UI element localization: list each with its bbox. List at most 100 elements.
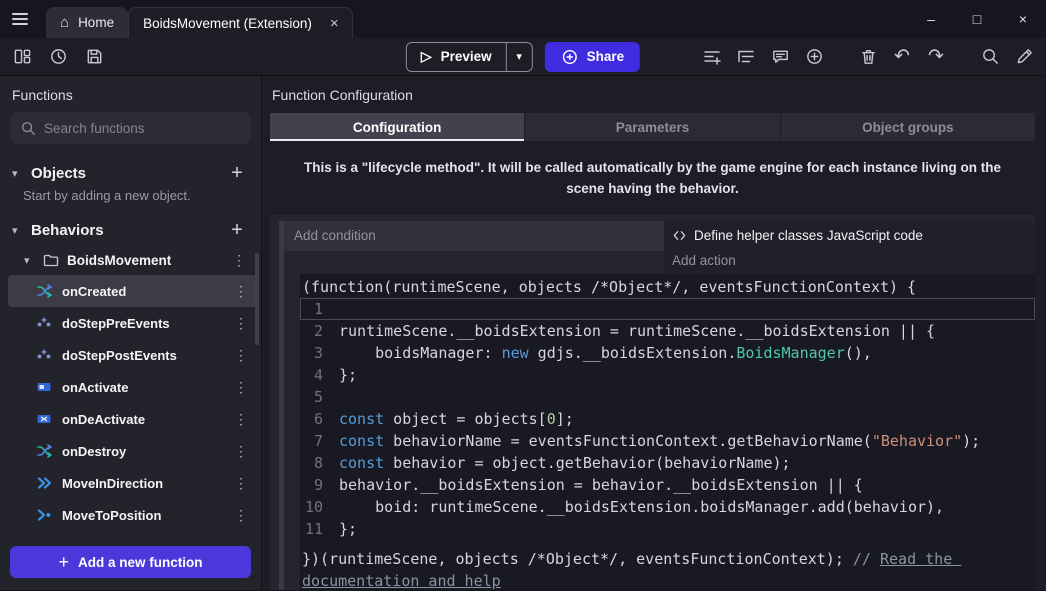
folder-icon	[43, 252, 59, 268]
panel-title: Function Configuration	[270, 76, 1035, 113]
add-object-button[interactable]: +	[225, 162, 249, 185]
search-box[interactable]	[10, 112, 251, 144]
window-maximize-button[interactable]: □	[954, 0, 1000, 38]
kebab-menu-icon[interactable]: ⋮	[233, 507, 249, 524]
line-number: 10	[300, 496, 339, 518]
functions-sidebar: Functions ▾ Objects + Start by adding a …	[0, 76, 262, 590]
code-line[interactable]: 6const object = objects[0];	[300, 408, 1035, 430]
trash-icon[interactable]	[858, 47, 878, 67]
toolbar-left-group	[12, 47, 104, 67]
search-input-icon	[20, 120, 36, 136]
chevron-down-icon: ▾	[24, 254, 35, 267]
line-number: 2	[300, 320, 339, 342]
function-label: MoveInDirection	[62, 476, 223, 491]
add-new-function-button[interactable]: + Add a new function	[10, 546, 251, 578]
event-action-column: Define helper classes JavaScript code Ad…	[664, 221, 1035, 274]
add-event-icon[interactable]	[702, 47, 722, 67]
function-item-oncreated[interactable]: onCreated ⋮	[8, 275, 257, 307]
function-item-dosteppostevents[interactable]: doStepPostEvents ⋮	[8, 339, 257, 371]
code-line[interactable]: 2runtimeScene.__boidsExtension = runtime…	[300, 320, 1035, 342]
function-label: onCreated	[62, 284, 223, 299]
code-editor[interactable]: (function(runtimeScene, objects /*Object…	[300, 274, 1035, 590]
add-condition-button[interactable]: Add condition	[284, 221, 664, 251]
kebab-menu-icon[interactable]: ⋮	[231, 252, 247, 269]
window-minimize-button[interactable]: –	[908, 0, 954, 38]
preview-dropdown-button[interactable]: ▾	[506, 43, 532, 71]
add-comment-icon[interactable]	[770, 47, 790, 67]
add-behavior-button[interactable]: +	[225, 219, 249, 242]
behaviors-section-header[interactable]: ▾ Behaviors +	[0, 215, 261, 245]
js-code-icon	[672, 228, 687, 243]
function-label: onDeActivate	[62, 412, 223, 427]
tab-object-groups[interactable]: Object groups	[781, 113, 1035, 141]
objects-empty-hint: Start by adding a new object.	[0, 188, 261, 209]
tab-boidsmovement-extension[interactable]: BoidsMovement (Extension) ×	[128, 7, 353, 38]
footer-comment: //	[853, 550, 880, 568]
redo-icon[interactable]: ↷	[926, 47, 946, 67]
search-icon[interactable]	[980, 47, 1000, 67]
behavior-folder-boidsmovement[interactable]: ▾ BoidsMovement ⋮	[0, 245, 261, 275]
search-functions-input[interactable]	[44, 121, 241, 136]
code-line[interactable]: 5	[300, 386, 1035, 408]
sidebar-scrollbar[interactable]	[255, 253, 259, 345]
kebab-menu-icon[interactable]: ⋮	[233, 411, 249, 428]
add-subevent-icon[interactable]	[736, 47, 756, 67]
line-number: 3	[300, 342, 339, 364]
tab-home[interactable]: ⌂ Home	[46, 7, 128, 38]
function-item-movetoposition[interactable]: MoveToPosition ⋮	[8, 499, 257, 531]
kebab-menu-icon[interactable]: ⋮	[233, 315, 249, 332]
code-line[interactable]: 7const behaviorName = eventsFunctionCont…	[300, 430, 1035, 452]
code-line[interactable]: 4};	[300, 364, 1035, 386]
toolbar-right-group: ↶ ↷	[702, 47, 1034, 67]
add-function-label: Add a new function	[78, 555, 203, 570]
function-item-ondestroy[interactable]: onDestroy ⋮	[8, 435, 257, 467]
window-close-button[interactable]: ×	[1000, 0, 1046, 38]
code-line[interactable]: 8const behavior = object.getBehavior(beh…	[300, 452, 1035, 474]
line-number: 11	[300, 518, 339, 540]
tab-close-icon[interactable]: ×	[327, 15, 342, 32]
share-button[interactable]: Share	[545, 42, 641, 72]
deactivate-icon	[36, 411, 52, 427]
code-wrapper-header: (function(runtimeScene, objects /*Object…	[300, 274, 1035, 298]
function-item-moveindirection[interactable]: MoveInDirection ⋮	[8, 467, 257, 499]
function-label: onDestroy	[62, 444, 223, 459]
kebab-menu-icon[interactable]: ⋮	[233, 283, 249, 300]
history-icon[interactable]	[48, 47, 68, 67]
save-icon[interactable]	[84, 47, 104, 67]
pen-icon[interactable]	[1014, 47, 1034, 67]
code-line[interactable]: 10 boid: runtimeScene.__boidsExtension.b…	[300, 496, 1035, 518]
shuffle-icon	[36, 443, 52, 459]
titlebar: ⌂ Home BoidsMovement (Extension) × – □ ×	[0, 0, 1046, 38]
function-item-dosteppreevents[interactable]: doStepPreEvents ⋮	[8, 307, 257, 339]
code-line[interactable]: 11};	[300, 518, 1035, 540]
function-label: onActivate	[62, 380, 223, 395]
js-code-event-header[interactable]: Define helper classes JavaScript code	[664, 221, 1035, 251]
tab-parameters[interactable]: Parameters	[525, 113, 780, 141]
tab-configuration[interactable]: Configuration	[270, 113, 525, 141]
kebab-menu-icon[interactable]: ⋮	[233, 443, 249, 460]
undo-icon[interactable]: ↶	[892, 47, 912, 67]
steps-icon	[36, 347, 52, 363]
kebab-menu-icon[interactable]: ⋮	[233, 347, 249, 364]
line-number: 6	[300, 408, 339, 430]
function-item-ondeactivate[interactable]: onDeActivate ⋮	[8, 403, 257, 435]
code-line[interactable]: 1	[300, 298, 1035, 320]
chevron-target-icon	[36, 507, 52, 523]
configuration-tabs: Configuration Parameters Object groups	[270, 113, 1035, 141]
code-line[interactable]: 3 boidsManager: new gdjs.__boidsExtensio…	[300, 342, 1035, 364]
tab-extension-label: BoidsMovement (Extension)	[143, 16, 312, 31]
objects-section-header[interactable]: ▾ Objects +	[0, 158, 261, 188]
project-manager-icon[interactable]	[12, 47, 32, 67]
kebab-menu-icon[interactable]: ⋮	[233, 379, 249, 396]
code-line[interactable]: 9behavior.__boidsExtension = behavior.__…	[300, 474, 1035, 496]
kebab-menu-icon[interactable]: ⋮	[233, 475, 249, 492]
add-circle-icon[interactable]	[804, 47, 824, 67]
function-item-onactivate[interactable]: onActivate ⋮	[8, 371, 257, 403]
main-menu-icon[interactable]	[0, 0, 40, 38]
line-number: 7	[300, 430, 339, 452]
add-action-button[interactable]: Add action	[664, 251, 1035, 274]
folder-label: BoidsMovement	[67, 253, 223, 268]
preview-button[interactable]: ▷ Preview ▾	[406, 42, 533, 72]
shuffle-icon	[36, 283, 52, 299]
preview-button-main[interactable]: ▷ Preview	[407, 43, 506, 71]
